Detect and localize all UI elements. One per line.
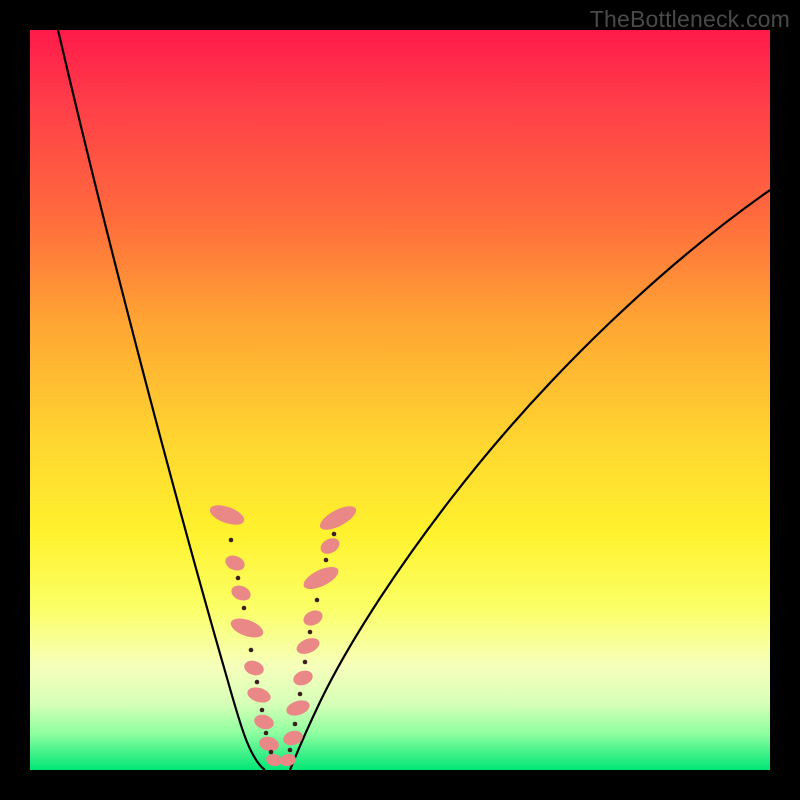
marker-bead [258,735,281,753]
marker-joint [315,598,320,603]
marker-bead [294,635,321,657]
marker-joint [249,648,254,653]
marker-joint [229,538,234,543]
chart-svg [30,30,770,770]
marker-joint [298,692,303,697]
marker-joint [264,731,269,736]
marker-bead [207,501,246,528]
marker-bead [242,658,265,677]
marker-joint [236,576,241,581]
markers [207,501,359,767]
marker-bead [301,608,325,629]
marker-joint [260,708,265,713]
marker-joint [269,750,274,755]
marker-bead [252,713,275,732]
marker-bead [300,562,341,593]
marker-bead [318,535,342,557]
marker-joint [255,680,260,685]
marker-joint [324,558,329,563]
marker-bead [245,685,272,705]
marker-joint [332,532,337,537]
marker-bead [228,615,265,642]
marker-joint [293,722,298,727]
chart-frame [30,30,770,770]
marker-joint [308,630,313,635]
marker-joint [288,748,293,753]
marker-bead [317,502,360,535]
marker-bead [229,583,253,603]
marker-bead [284,698,311,719]
left-curve [58,30,265,770]
marker-bead [279,752,297,767]
watermark-text: TheBottleneck.com [590,6,790,33]
right-curve [290,190,770,770]
marker-bead [223,553,247,573]
marker-joint [303,660,308,665]
marker-joint [242,606,247,611]
marker-bead [291,668,315,688]
